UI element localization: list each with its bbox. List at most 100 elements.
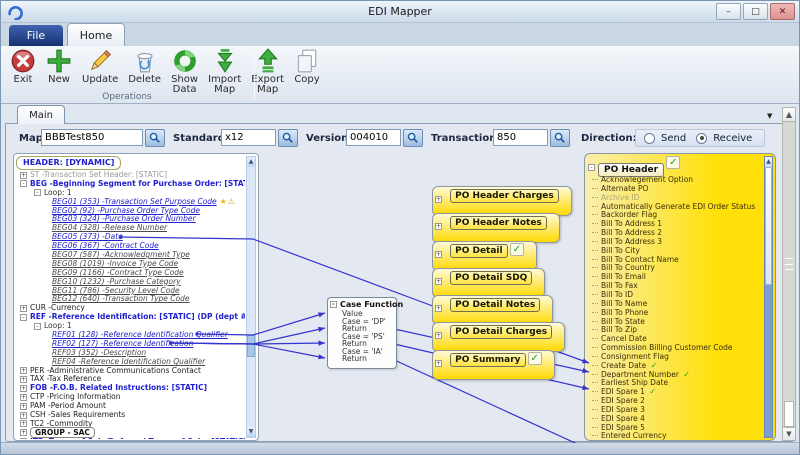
case-row-return: Return — [328, 355, 396, 363]
collapse-toggle-icon[interactable]: - — [588, 164, 595, 171]
ribbon-button-label: New — [46, 75, 72, 85]
expand-toggle-icon[interactable]: - — [20, 314, 27, 321]
po-header-title[interactable]: PO Header — [598, 163, 664, 177]
tab-file[interactable]: File — [9, 25, 63, 46]
tree-stub — [592, 285, 598, 286]
ribbon-button-update[interactable]: Update — [77, 47, 123, 86]
scroll-up-icon[interactable]: ▲ — [247, 157, 255, 167]
edi-segment-tree-panel: HEADER: [DYNAMIC] +ST -Transaction Set H… — [13, 153, 259, 441]
expand-toggle-icon[interactable]: + — [20, 367, 27, 374]
scroll-down-icon[interactable]: ▼ — [783, 427, 795, 440]
tree-row-label: BEG02 (92) -Purchase Order Type Code — [52, 206, 200, 215]
expand-toggle-icon[interactable]: + — [435, 305, 442, 312]
tab-home[interactable]: Home — [67, 23, 125, 46]
po-field-label: Bill To ID — [601, 290, 633, 299]
expand-toggle-icon[interactable]: + — [20, 412, 27, 419]
ribbon-button-exit[interactable]: Exit — [5, 47, 41, 86]
collapse-caret-icon[interactable]: ▼ — [767, 112, 772, 120]
expand-toggle-icon[interactable]: + — [435, 360, 442, 367]
tab-main[interactable]: Main — [17, 105, 65, 124]
canvas-scrollbar[interactable]: ▲ ▼ — [782, 107, 796, 441]
scrollbar-thumb[interactable] — [784, 401, 794, 427]
ribbon-button-import-map[interactable]: Import Map — [203, 47, 246, 96]
transaction-input[interactable] — [493, 129, 548, 146]
expand-toggle-icon[interactable]: + — [435, 251, 442, 258]
po-field-label: Bill To State — [601, 317, 645, 326]
version-lookup-button[interactable] — [403, 129, 423, 147]
expand-toggle-icon[interactable]: + — [20, 305, 27, 312]
ribbon-button-show-data[interactable]: Show Data — [166, 47, 203, 96]
ribbon-button-delete[interactable]: Delete — [123, 47, 166, 86]
ribbon-group-separator — [254, 50, 255, 99]
minimize-button[interactable]: – — [716, 3, 741, 20]
expand-toggle-icon[interactable]: + — [20, 394, 27, 401]
tree-stub — [592, 294, 598, 295]
standard-input[interactable] — [221, 129, 276, 146]
transaction-lookup-button[interactable] — [550, 129, 570, 147]
map-lookup-button[interactable] — [145, 129, 165, 147]
expand-toggle-icon[interactable]: + — [435, 196, 442, 203]
mapped-check-icon: ✓ — [666, 156, 680, 169]
tree-row-label: REF02 (127) -Reference Identification — [52, 339, 193, 348]
tree-row-label: PAM -Period Amount — [30, 401, 106, 410]
node-po-detail-notes[interactable]: + PO Detail Notes — [432, 295, 553, 325]
case-function-node[interactable]: -Case Function ValueCase = 'DP'ReturnCas… — [327, 297, 397, 369]
expand-toggle-icon[interactable]: + — [435, 223, 442, 230]
expand-toggle-icon[interactable]: + — [20, 420, 27, 427]
ribbon-button-copy[interactable]: Copy — [289, 47, 325, 86]
expand-toggle-icon[interactable]: + — [20, 376, 27, 383]
document-tab-strip: Main — [1, 104, 799, 124]
direction-send-radio[interactable] — [644, 133, 655, 144]
show-data-icon — [172, 48, 198, 74]
node-label: PO Detail Notes — [450, 298, 540, 312]
node-po-detail-sdq[interactable]: + PO Detail SDQ — [432, 268, 545, 298]
tree-stub — [592, 312, 598, 313]
expand-toggle-icon[interactable]: + — [20, 385, 27, 392]
po-field-label: Acknowlegement Option — [601, 176, 693, 184]
tree-row-label: TAX -Tax Reference — [30, 374, 101, 383]
ribbon-button-export-map[interactable]: Export Map — [246, 47, 289, 96]
expand-toggle-icon[interactable]: - — [34, 323, 41, 330]
expand-toggle-icon[interactable]: + — [20, 429, 27, 436]
tree-stub — [592, 338, 598, 339]
scroll-up-icon[interactable]: ▲ — [783, 108, 795, 122]
scroll-up-icon[interactable]: ▲ — [765, 157, 772, 167]
node-po-header-notes[interactable]: + PO Header Notes — [432, 213, 560, 243]
node-po-detail-charges[interactable]: + PO Detail Charges — [432, 322, 565, 352]
scrollbar-thumb[interactable] — [765, 167, 772, 285]
ribbon-button-label: Copy — [294, 75, 320, 85]
close-button[interactable]: ✕ — [770, 3, 795, 20]
node-po-header-charges[interactable]: + PO Header Charges — [432, 186, 572, 216]
tree-row-itd-terms-of-sale-d[interactable]: +ITD -Terms of Sale/Deferred Terms of Sa… — [18, 438, 245, 439]
map-input[interactable] — [41, 129, 143, 146]
scroll-down-icon[interactable]: ▼ — [247, 427, 255, 437]
expand-toggle-icon[interactable]: - — [20, 180, 27, 187]
expand-toggle-icon[interactable]: + — [435, 278, 442, 285]
expand-toggle-icon[interactable]: + — [20, 438, 27, 439]
expand-toggle-icon[interactable]: + — [20, 172, 27, 179]
expand-toggle-icon[interactable]: + — [435, 332, 442, 339]
po-field-label: Consignment Flag — [601, 352, 669, 361]
tree-header-node[interactable]: HEADER: [DYNAMIC] — [16, 156, 121, 170]
expand-toggle-icon[interactable]: + — [20, 403, 27, 410]
transaction-label: Transaction: — [431, 133, 500, 144]
tree-stub — [592, 409, 598, 410]
scrollbar-grip-icon[interactable] — [785, 258, 793, 270]
exit-icon — [10, 48, 36, 74]
version-input[interactable] — [346, 129, 401, 146]
ribbon-button-new[interactable]: New — [41, 47, 77, 86]
po-field-label: Commission Billing Customer Code — [601, 343, 733, 352]
maximize-button[interactable]: □ — [743, 3, 768, 20]
standard-lookup-button[interactable] — [278, 129, 298, 147]
tree-scrollbar[interactable]: ▲ ▼ — [246, 156, 256, 438]
expand-toggle-icon[interactable]: - — [34, 189, 41, 196]
direction-receive-radio[interactable] — [696, 133, 707, 144]
po-field-label: Earliest Ship Date — [601, 378, 668, 387]
node-po-detail[interactable]: + PO Detail✓ — [432, 241, 537, 271]
import-map-icon — [212, 48, 238, 74]
node-po-summary[interactable]: + PO Summary✓ — [432, 350, 555, 380]
po-panel-scrollbar[interactable]: ▲ — [764, 156, 773, 438]
collapse-toggle-icon[interactable]: - — [330, 301, 337, 308]
po-field-entered-currency[interactable]: Entered Currency — [592, 432, 762, 440]
scrollbar-thumb[interactable] — [247, 335, 255, 357]
